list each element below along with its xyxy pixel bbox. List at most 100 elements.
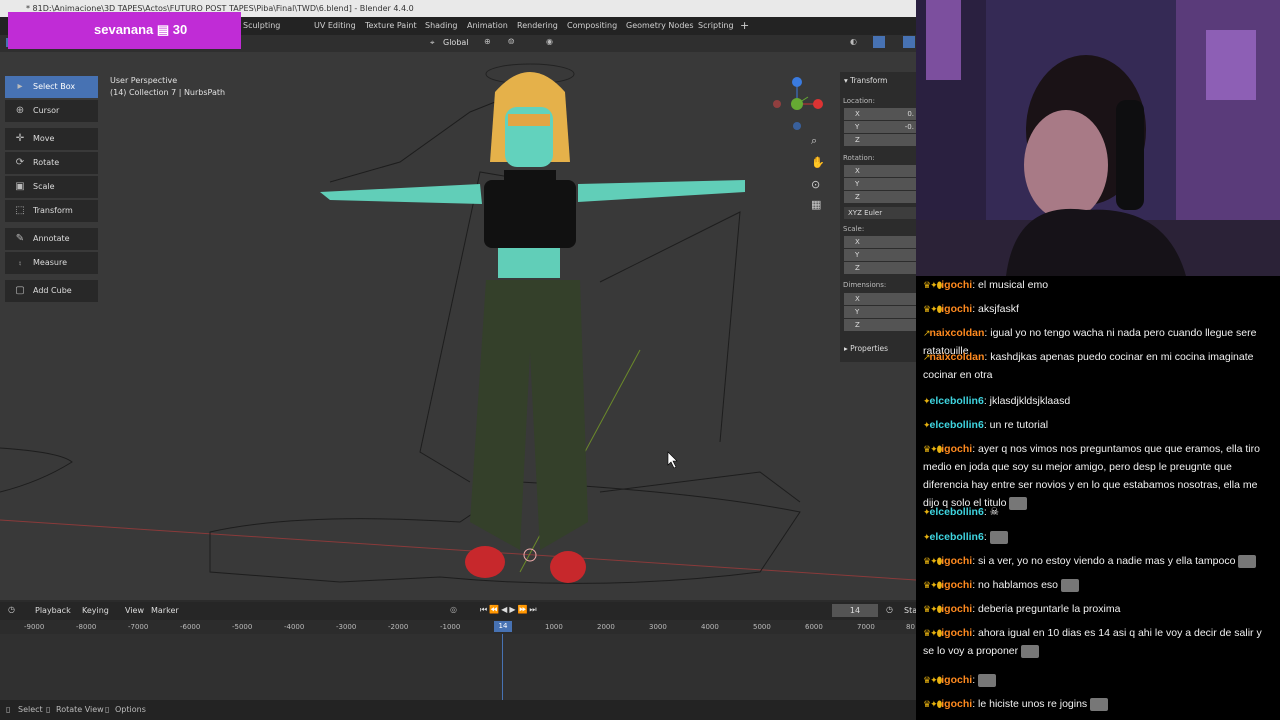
chat-username[interactable]: igochi <box>941 698 972 710</box>
chat-username[interactable]: igochi <box>941 627 972 639</box>
chat-username[interactable]: igochi <box>941 603 972 615</box>
tool-measure[interactable]: ⨾ Measure <box>5 252 98 274</box>
chat-badges: ♛✦⬮ <box>923 675 942 685</box>
dimensions-x-field[interactable]: X <box>844 293 916 305</box>
chat-username[interactable]: igochi <box>941 303 972 315</box>
mouse-middle-icon: ▯ <box>46 705 51 714</box>
tool-annotate[interactable]: ✎ Annotate <box>5 228 98 250</box>
add-workspace-button[interactable]: + <box>740 17 749 35</box>
tab-uv-editing[interactable]: UV Editing <box>314 17 356 35</box>
annotate-icon: ✎ <box>15 233 25 244</box>
chat-username[interactable]: elcebollin6 <box>930 395 984 407</box>
location-z-field[interactable]: Z <box>844 134 916 146</box>
keying-menu[interactable]: Keying <box>82 606 109 615</box>
chat-username[interactable]: igochi <box>941 579 972 591</box>
chat-text: : no hablamos eso <box>972 579 1058 591</box>
chat-text: : <box>983 531 987 543</box>
playback-menu[interactable]: Playback <box>35 606 71 615</box>
scale-x-field[interactable]: X <box>844 236 916 248</box>
tab-animation[interactable]: Animation <box>467 17 508 35</box>
chat-username[interactable]: igochi <box>941 443 972 455</box>
tick-label: 3000 <box>649 623 667 631</box>
tab-rendering[interactable]: Rendering <box>517 17 558 35</box>
tick-label: 5000 <box>753 623 771 631</box>
tick-label: 4000 <box>701 623 719 631</box>
orientation-dropdown[interactable]: Global <box>443 38 469 47</box>
chat-username[interactable]: elcebollin6 <box>930 419 984 431</box>
chat-username[interactable]: igochi <box>941 279 972 291</box>
camera-view-icon[interactable]: ⊙ <box>811 178 820 191</box>
tab-shading[interactable]: Shading <box>425 17 458 35</box>
tab-scripting[interactable]: Scripting <box>698 17 734 35</box>
chat-badges: ♛✦⬮ <box>923 556 942 566</box>
tool-rotate[interactable]: ⟳ Rotate <box>5 152 98 174</box>
tick-label: 80 <box>906 623 915 631</box>
editor-type-icon[interactable]: ◷ <box>8 605 15 614</box>
chat-username[interactable]: elcebollin6 <box>930 506 984 518</box>
playhead-label[interactable]: 14 <box>494 621 512 632</box>
tab-texture-paint[interactable]: Texture Paint <box>365 17 417 35</box>
chat-message: ♛✦⬮igochi: deberia preguntarle la proxim… <box>923 600 1273 618</box>
scale-y-field[interactable]: Y <box>844 249 916 261</box>
proportional-edit-icon[interactable]: ◉ <box>546 37 553 46</box>
rotation-z-field[interactable]: Z <box>844 191 916 203</box>
zoom-icon[interactable]: ⌕ <box>811 134 817 148</box>
tool-scale[interactable]: ▣ Scale <box>5 176 98 198</box>
measure-icon: ⨾ <box>19 257 21 268</box>
tab-compositing[interactable]: Compositing <box>567 17 617 35</box>
chat-message: ✦elcebollin6: <box>923 528 1273 546</box>
rotation-y-field[interactable]: Y <box>844 178 916 190</box>
chat-badges: ♛✦⬮ <box>923 280 942 290</box>
view-menu[interactable]: View <box>125 606 144 615</box>
location-y-field[interactable]: Y -0. <box>844 121 916 133</box>
chat-message: ✦elcebollin6: jklasdjkldsjklaasd <box>923 392 1273 410</box>
chat-text: : <box>972 674 976 686</box>
transform-icon: ⬚ <box>15 205 25 216</box>
playback-controls[interactable]: ⏮⏪◀▶⏩⏭ <box>480 605 539 615</box>
overlay-toggle-icon[interactable] <box>903 36 915 48</box>
playhead-line[interactable] <box>502 634 503 700</box>
tab-geometry-nodes[interactable]: Geometry Nodes <box>626 17 693 35</box>
tool-add-cube[interactable]: ▢ Add Cube <box>5 280 98 302</box>
tool-cursor[interactable]: ⊕ Cursor <box>5 100 98 122</box>
clock-icon[interactable]: ◷ <box>886 605 893 614</box>
tick-label: 6000 <box>805 623 823 631</box>
tick-label: -7000 <box>128 623 149 631</box>
current-frame-field[interactable]: 14 <box>832 604 878 617</box>
chat-username[interactable]: igochi <box>941 674 972 686</box>
chat-username[interactable]: elcebollin6 <box>930 531 984 543</box>
tool-move[interactable]: ✛ Move <box>5 128 98 150</box>
tick-label: 2000 <box>597 623 615 631</box>
tick-label: -4000 <box>284 623 305 631</box>
scale-z-field[interactable]: Z <box>844 262 916 274</box>
chat-username[interactable]: naixcoldan <box>930 327 985 339</box>
marker-menu[interactable]: Marker <box>151 606 179 615</box>
tool-select-box[interactable]: ▸ Select Box <box>5 76 98 98</box>
chat-username[interactable]: naixcoldan <box>930 351 985 363</box>
dimensions-z-field[interactable]: Z <box>844 319 916 331</box>
start-frame-label[interactable]: Sta <box>904 606 916 615</box>
chat-panel: ♛✦⬮igochi: el musical emo ♛✦⬮igochi: aksj… <box>916 276 1280 720</box>
pan-hand-icon[interactable]: ✋ <box>811 156 825 169</box>
chat-username[interactable]: igochi <box>941 555 972 567</box>
tool-transform[interactable]: ⬚ Transform <box>5 200 98 222</box>
rotation-mode-dropdown[interactable]: XYZ Euler <box>844 207 916 219</box>
3d-viewport[interactable]: User Perspective (14) Collection 7 | Nur… <box>0 52 916 600</box>
record-icon[interactable]: ◎ <box>450 605 457 614</box>
timeline-ruler[interactable]: -9000 -8000 -7000 -6000 -5000 -4000 -300… <box>0 620 916 634</box>
rotation-x-field[interactable]: X <box>844 165 916 177</box>
dimensions-y-field[interactable]: Y <box>844 306 916 318</box>
chat-message: ♛✦⬮igochi: si a ver, yo no estoy viendo … <box>923 552 1273 570</box>
chat-text: : jklasdjkldsjklaasd <box>983 395 1071 407</box>
tab-sculpting[interactable]: Sculpting <box>243 17 280 35</box>
location-x-field[interactable]: X 0. <box>844 108 916 120</box>
grid-view-icon[interactable]: ▦ <box>811 198 821 211</box>
visibility-icon[interactable]: ◐ <box>850 37 857 46</box>
transform-header[interactable]: ▾ Transform <box>844 76 887 85</box>
pivot-icon[interactable]: ⊕ <box>484 37 491 46</box>
add-cube-icon: ▢ <box>15 285 25 296</box>
properties-header[interactable]: ▸ Properties <box>844 344 888 353</box>
gizmo-toggle-icon[interactable] <box>873 36 885 48</box>
snap-icon[interactable]: ⨷ <box>508 37 514 47</box>
chat-emote-icon <box>978 673 997 687</box>
